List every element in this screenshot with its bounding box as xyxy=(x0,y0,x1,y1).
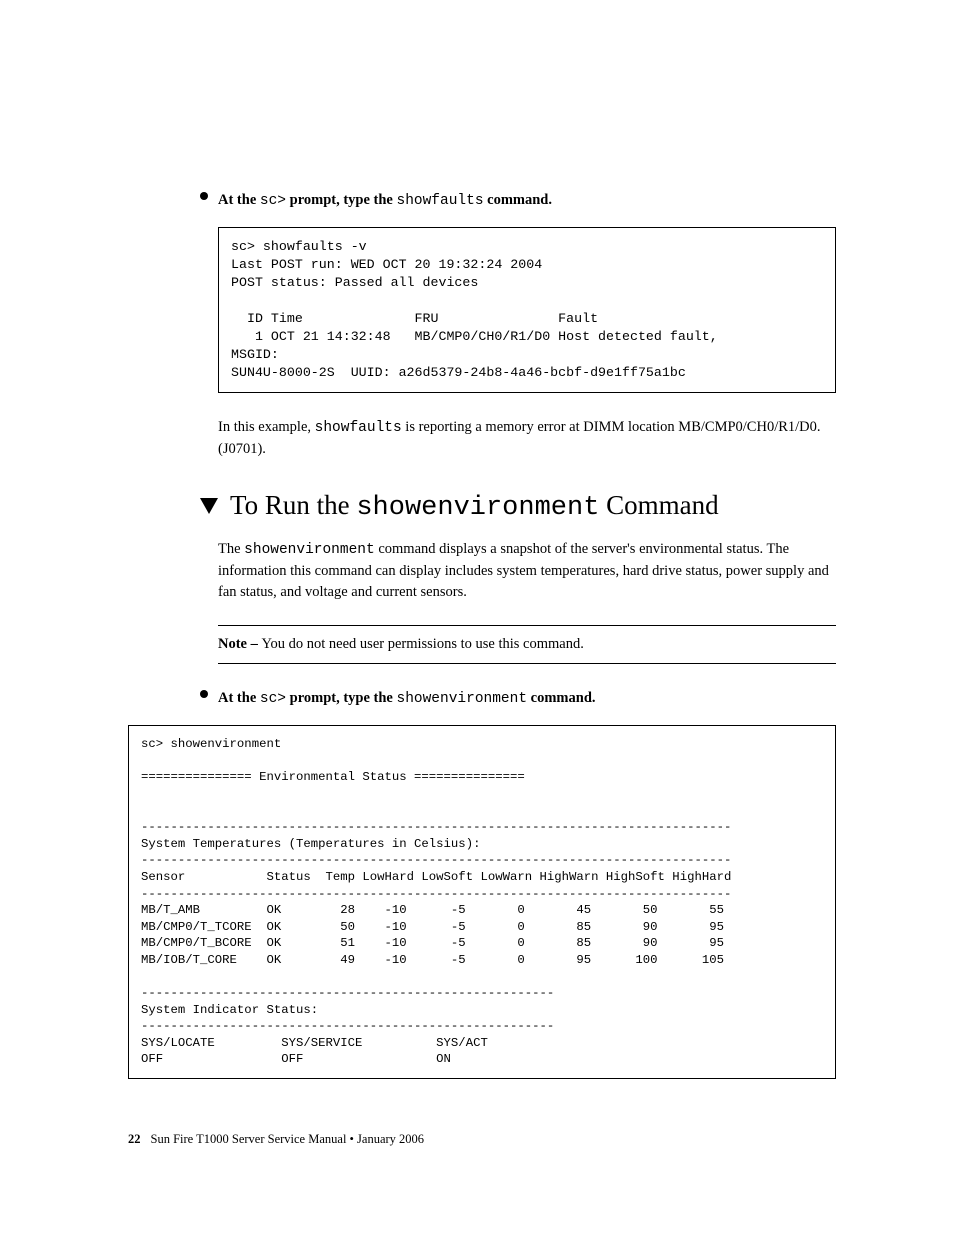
step-text-mid: prompt, type the xyxy=(286,192,397,208)
step-showenvironment: At the sc> prompt, type the showenvironm… xyxy=(218,688,836,709)
footer-text: Sun Fire T1000 Server Service Manual • J… xyxy=(151,1132,425,1146)
note-block: Note – You do not need user permissions … xyxy=(218,625,836,664)
step-text-prefix: At the xyxy=(218,192,260,208)
page-number: 22 xyxy=(128,1132,141,1146)
example-explanation: In this example, showfaults is reporting… xyxy=(218,417,836,460)
desc-prefix: The xyxy=(218,541,244,557)
bullet-icon xyxy=(200,192,208,200)
page-footer: 22 Sun Fire T1000 Server Service Manual •… xyxy=(128,1132,424,1147)
note-label: Note – xyxy=(218,636,262,652)
section-heading: To Run the showenvironment Command xyxy=(230,490,719,523)
heading-prefix: To Run the xyxy=(230,490,356,520)
rule-bottom xyxy=(218,663,836,664)
para-cmd: showfaults xyxy=(315,420,402,436)
step-text-prefix: At the xyxy=(218,690,260,706)
command-showfaults: showfaults xyxy=(397,193,484,209)
heading-suffix: Command xyxy=(599,490,718,520)
triangle-down-icon xyxy=(200,498,218,514)
command-showenvironment: showenvironment xyxy=(397,691,528,707)
desc-cmd: showenvironment xyxy=(244,542,375,558)
para-prefix: In this example, xyxy=(218,419,315,435)
section-description: The showenvironment command displays a s… xyxy=(218,539,836,603)
sc-prompt-text: sc> xyxy=(260,691,286,707)
step-text-suffix: command. xyxy=(527,690,595,706)
step-text-mid: prompt, type the xyxy=(286,690,397,706)
note-text: You do not need user permissions to use … xyxy=(262,636,584,652)
code-block-showenvironment: sc> showenvironment =============== Envi… xyxy=(128,725,836,1079)
section-heading-row: To Run the showenvironment Command xyxy=(200,490,836,523)
bullet-icon xyxy=(200,690,208,698)
step-text-suffix: command. xyxy=(484,192,552,208)
sc-prompt-text: sc> xyxy=(260,193,286,209)
note-line: Note – You do not need user permissions … xyxy=(218,626,836,663)
step-showfaults: At the sc> prompt, type the showfaults c… xyxy=(218,190,836,211)
heading-cmd: showenvironment xyxy=(356,493,599,523)
code-block-showfaults: sc> showfaults -v Last POST run: WED OCT… xyxy=(218,227,836,393)
